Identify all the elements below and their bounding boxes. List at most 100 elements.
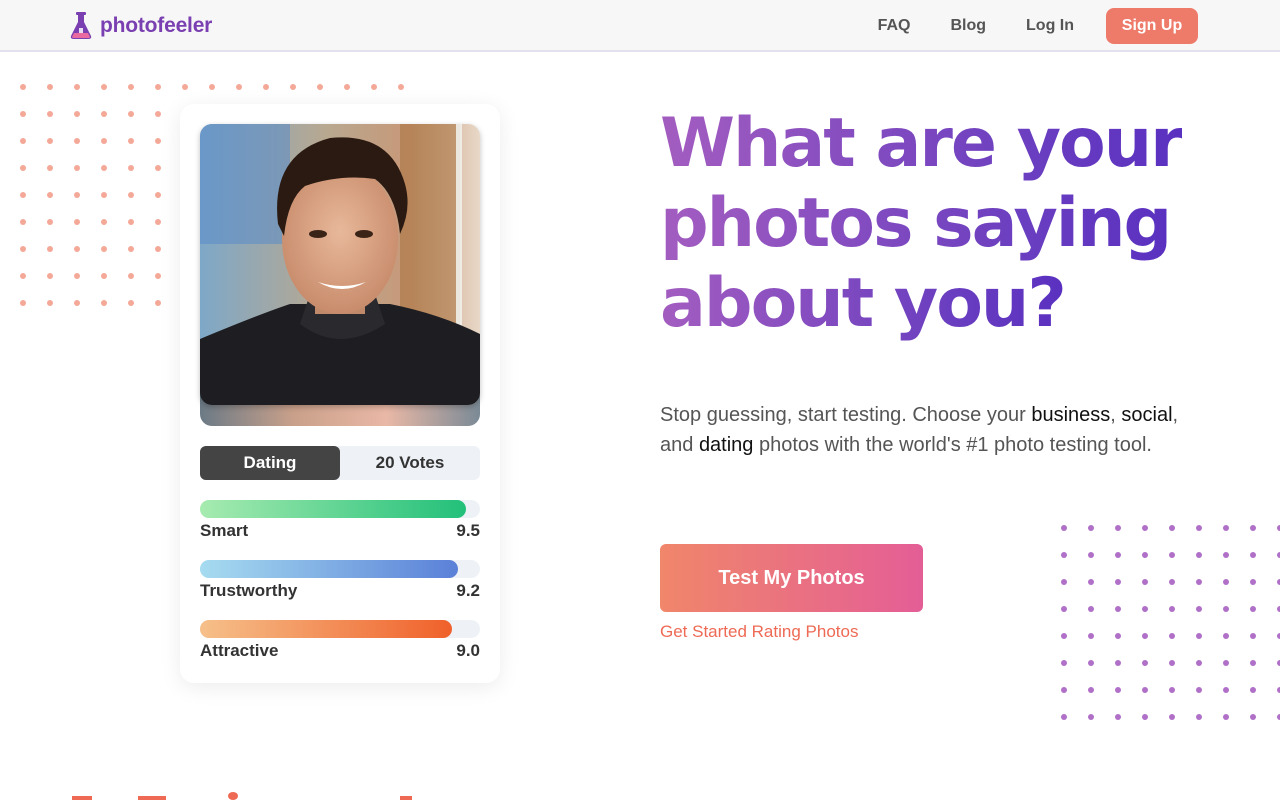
logo[interactable]: photofeeler — [68, 11, 212, 41]
decorative-dot — [1250, 579, 1256, 585]
rating-bar-fill — [200, 500, 466, 518]
decorative-dot — [47, 300, 53, 306]
decorative-dot — [74, 300, 80, 306]
decorative-dot — [1115, 687, 1121, 693]
headline-line: photos saying — [660, 184, 1172, 263]
decorative-dot — [155, 300, 161, 306]
nav-login-link[interactable]: Log In — [1026, 8, 1074, 44]
decorative-dot — [128, 192, 134, 198]
decorative-dot — [1088, 525, 1094, 531]
decorative-dot — [1169, 660, 1175, 666]
signup-button[interactable]: Sign Up — [1106, 8, 1198, 44]
decorative-dot — [1142, 606, 1148, 612]
next-section-heading-peek — [72, 792, 412, 800]
hero-description: Stop guessing, start testing. Choose you… — [660, 400, 1180, 460]
decorative-dot — [1088, 687, 1094, 693]
decorative-dot — [1115, 606, 1121, 612]
headline-line: What are your — [660, 104, 1184, 183]
decorative-dot — [20, 273, 26, 279]
decorative-dot — [47, 111, 53, 117]
decorative-dot — [344, 84, 350, 90]
description-text: Stop guessing, start testing. Choose you… — [660, 404, 1032, 426]
decorative-dot — [1061, 714, 1067, 720]
rating-trustworthy: Trustworthy 9.2 — [200, 560, 480, 601]
rating-bar-fill — [200, 560, 458, 578]
decorative-dot — [20, 246, 26, 252]
decorative-dot — [20, 192, 26, 198]
decorative-dot — [1169, 606, 1175, 612]
rating-preview-card: Dating 20 Votes Smart 9.5 Trustworthy 9.… — [180, 104, 500, 683]
hero-headline: What are your photos saying about you? — [660, 104, 1220, 344]
keyword-social: social — [1121, 404, 1173, 426]
decorative-dot — [1142, 714, 1148, 720]
decorative-dot — [1061, 606, 1067, 612]
decorative-dot — [1223, 579, 1229, 585]
decorative-dot — [1061, 660, 1067, 666]
decorative-dot — [1115, 714, 1121, 720]
decorative-dot — [155, 84, 161, 90]
decorative-dot — [1223, 687, 1229, 693]
decorative-dot — [101, 84, 107, 90]
decorative-dot — [74, 192, 80, 198]
decorative-dot — [155, 111, 161, 117]
decorative-dot — [1223, 525, 1229, 531]
nav-blog-link[interactable]: Blog — [950, 8, 986, 44]
decorative-dot — [20, 165, 26, 171]
decorative-dot — [1250, 552, 1256, 558]
decorative-dot — [290, 84, 296, 90]
decorative-dot — [1196, 552, 1202, 558]
test-my-photos-button[interactable]: Test My Photos — [660, 544, 923, 612]
headline-line: about you? — [660, 264, 1067, 343]
photo-stack — [200, 124, 480, 426]
decorative-dot — [1061, 687, 1067, 693]
decorative-dot — [236, 84, 242, 90]
decorative-dot — [1223, 660, 1229, 666]
decorative-dot — [1142, 579, 1148, 585]
decorative-dot — [47, 138, 53, 144]
nav-faq-link[interactable]: FAQ — [878, 8, 911, 44]
decorative-dot — [101, 192, 107, 198]
decorative-dot — [1250, 714, 1256, 720]
decorative-dot — [1115, 552, 1121, 558]
decorative-dot — [1142, 552, 1148, 558]
rating-label: Smart — [200, 521, 249, 540]
decorative-dot — [128, 138, 134, 144]
decorative-dot — [155, 165, 161, 171]
decorative-dot — [1196, 633, 1202, 639]
decorative-dot — [128, 246, 134, 252]
decorative-dot — [1169, 552, 1175, 558]
rating-score: 9.0 — [456, 641, 480, 660]
rating-attractive: Attractive 9.0 — [200, 620, 480, 661]
decorative-dot — [1250, 525, 1256, 531]
nav-menu: FAQ Blog Log In Sign Up — [838, 8, 1198, 44]
decorative-dot — [1142, 660, 1148, 666]
decorative-dot — [1250, 606, 1256, 612]
decorative-dot — [74, 138, 80, 144]
decorative-dot — [101, 165, 107, 171]
decorative-dot — [1196, 687, 1202, 693]
tab-dating[interactable]: Dating — [200, 446, 340, 480]
decorative-dot — [1061, 633, 1067, 639]
decorative-dot — [398, 84, 404, 90]
decorative-dot — [1088, 714, 1094, 720]
decorative-dot-grid-right — [1061, 525, 1280, 720]
decorative-dot — [1061, 552, 1067, 558]
decorative-dot — [1223, 633, 1229, 639]
decorative-dot — [1250, 633, 1256, 639]
decorative-dot — [1196, 525, 1202, 531]
rating-bar-track — [200, 500, 480, 518]
decorative-dot — [74, 219, 80, 225]
decorative-dot — [155, 246, 161, 252]
decorative-dot — [1223, 552, 1229, 558]
rating-label: Attractive — [200, 641, 279, 660]
decorative-dot — [101, 111, 107, 117]
decorative-dot — [47, 219, 53, 225]
profile-photo — [200, 124, 480, 405]
top-navbar: photofeeler FAQ Blog Log In Sign Up — [0, 0, 1280, 52]
decorative-dot — [1169, 714, 1175, 720]
get-started-rating-link[interactable]: Get Started Rating Photos — [660, 622, 858, 642]
category-tabs: Dating 20 Votes — [200, 446, 480, 480]
decorative-dot — [74, 246, 80, 252]
decorative-dot — [1223, 606, 1229, 612]
decorative-dot — [317, 84, 323, 90]
